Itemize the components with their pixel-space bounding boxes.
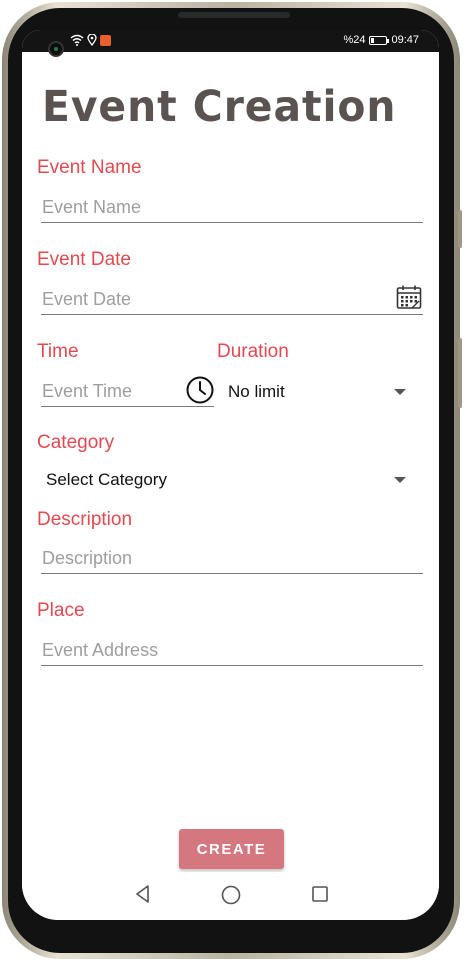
place-label: Place xyxy=(37,600,85,621)
power-button xyxy=(458,338,462,408)
duration-dropdown-icon[interactable] xyxy=(394,389,406,395)
wifi-icon xyxy=(70,34,84,46)
event-name-input[interactable] xyxy=(41,196,423,223)
status-right-group: %24 09:47 xyxy=(343,34,419,46)
create-button[interactable]: CREATE xyxy=(179,829,284,869)
battery-percent: %24 xyxy=(343,34,366,46)
recents-icon[interactable] xyxy=(310,884,330,904)
event-name-label: Event Name xyxy=(37,157,142,178)
battery-icon xyxy=(369,35,390,45)
front-camera xyxy=(48,41,64,57)
category-dropdown-icon[interactable] xyxy=(394,477,406,483)
home-icon[interactable] xyxy=(220,884,242,906)
app-notification-icon xyxy=(100,35,111,46)
duration-select[interactable]: No limit xyxy=(228,382,285,402)
event-address-input[interactable] xyxy=(41,639,423,666)
event-date-input[interactable] xyxy=(41,288,423,315)
description-label: Description xyxy=(37,509,133,530)
volume-button xyxy=(458,210,462,248)
clock-time: 09:47 xyxy=(391,34,419,46)
description-input[interactable] xyxy=(41,547,423,574)
clock-icon[interactable] xyxy=(185,375,215,405)
event-date-label: Event Date xyxy=(37,249,131,270)
speaker-grille xyxy=(178,12,290,18)
category-select[interactable]: Select Category xyxy=(46,470,167,490)
category-label: Category xyxy=(37,432,115,453)
calendar-icon[interactable] xyxy=(396,284,422,310)
location-icon xyxy=(87,34,97,46)
duration-label: Duration xyxy=(217,341,289,362)
back-icon[interactable] xyxy=(133,884,153,904)
navigation-bar xyxy=(22,872,439,920)
time-label: Time xyxy=(37,341,79,362)
status-bar: %24 09:47 xyxy=(22,30,439,57)
app-screen: %24 09:47 Event Creation Event Name Even… xyxy=(22,30,439,920)
page-title: Event Creation xyxy=(42,82,397,132)
